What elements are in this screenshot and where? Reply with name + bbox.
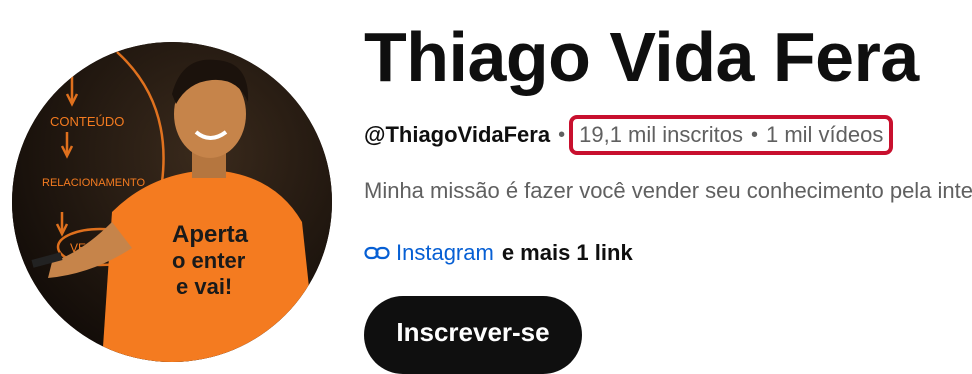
link-icon [364,246,390,260]
shirt-text-3: e vai! [176,274,232,299]
channel-links: Instagram e mais 1 link [364,240,633,266]
stats-highlight-box: 19,1 mil inscritos • 1 mil vídeos [569,115,894,155]
channel-handle: @ThiagoVidaFera [364,122,551,147]
channel-info: Thiago Vida Fera @ThiagoVidaFera • 19,1 … [364,0,972,374]
board-word-2: RELACIONAMENTO [42,177,146,189]
subscribe-button[interactable]: Inscrever-se [364,296,582,374]
more-links-button[interactable]: e mais 1 link [502,240,633,266]
channel-title: Thiago Vida Fera [364,18,919,96]
subscriber-count: 19,1 mil inscritos [579,122,743,147]
channel-avatar[interactable]: CONTEÚDO RELACIONAMENTO VENDAS Aperta o … [12,42,332,362]
avatar-photo: CONTEÚDO RELACIONAMENTO VENDAS Aperta o … [12,42,332,362]
shirt-text-2: o enter [172,248,246,273]
shirt-text-1: Aperta [172,221,249,248]
instagram-link[interactable]: Instagram [396,240,494,266]
video-count: 1 mil vídeos [765,122,884,147]
meta-separator: • [558,123,566,146]
channel-meta: @ThiagoVidaFera • 19,1 mil inscritos • 1… [364,115,894,155]
channel-description[interactable]: Minha missão é fazer você vender seu con… [364,178,972,204]
meta-separator: • [750,123,758,146]
board-word-1: CONTEÚDO [50,114,124,129]
